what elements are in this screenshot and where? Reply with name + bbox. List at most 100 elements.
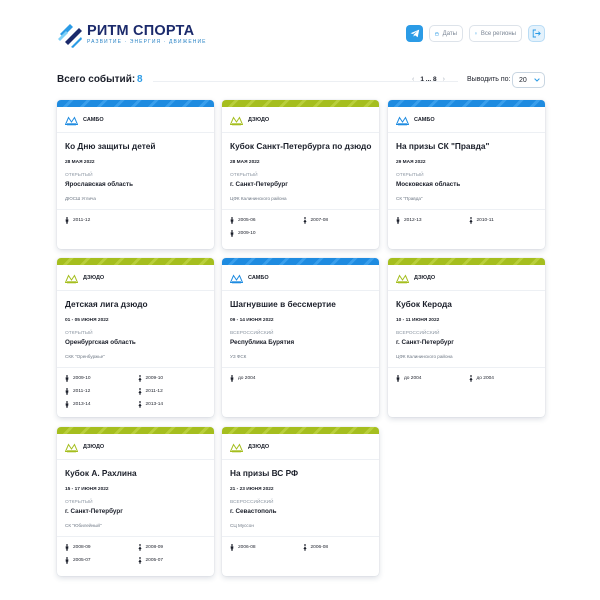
- total-events-label: Всего событий:: [57, 74, 136, 85]
- brand-logo[interactable]: РИТМ СПОРТА РАЗВИТИЕ · ЭНЕРГИЯ · ДВИЖЕНИ…: [57, 20, 205, 48]
- male-icon: [65, 375, 69, 382]
- sport-row: САМБО: [230, 272, 371, 284]
- sport-color-band: [57, 427, 214, 434]
- sport-name: ДЗЮДО: [83, 444, 105, 450]
- location-pin-icon: [475, 32, 477, 35]
- male-icon: [65, 401, 69, 408]
- event-type: ВСЕРОССИЙСКИЙ: [396, 331, 440, 336]
- sport-row: ДЗЮДО: [230, 114, 371, 126]
- age-group: 2010-11: [468, 217, 538, 224]
- event-region: г. Санкт-Петербург: [65, 508, 123, 515]
- male-icon: [230, 217, 234, 224]
- card-divider: [388, 290, 545, 291]
- sport-emblem-icon: [65, 442, 78, 452]
- female-icon: [137, 375, 142, 382]
- event-title[interactable]: Шагнувшие в бессмертие: [230, 299, 371, 309]
- sport-name: САМБО: [83, 117, 104, 123]
- event-region: г. Санкт-Петербург: [396, 339, 454, 346]
- event-card[interactable]: САМБО Шагнувшие в бессмертие 09 - 14 ИЮН…: [222, 258, 379, 417]
- age-years: до 2004: [404, 376, 422, 381]
- sport-emblem-icon: [230, 273, 243, 283]
- age-years: 2013-14: [73, 402, 91, 407]
- card-divider: [388, 367, 545, 368]
- age-years: 2005-07: [145, 558, 164, 563]
- event-title[interactable]: Ко Дню защиты детей: [65, 141, 206, 151]
- event-card[interactable]: ДЗЮДО Детская лига дзюдо 01 - 05 ИЮНЯ 20…: [57, 258, 214, 417]
- event-card[interactable]: САМБО Ко Дню защиты детей 28 МАЯ 2022 ОТ…: [57, 100, 214, 249]
- age-group: 2005-06: [230, 217, 299, 224]
- per-page-select[interactable]: 20: [512, 72, 545, 88]
- total-events-count: 8: [137, 74, 143, 85]
- sport-emblem-icon: [65, 115, 78, 125]
- event-card[interactable]: САМБО На призы СК "Правда" 29 МАЯ 2022 О…: [388, 100, 545, 249]
- age-group: 2011-12: [65, 217, 134, 224]
- event-card[interactable]: ДЗЮДО Кубок Санкт-Петербурга по дзюдо 28…: [222, 100, 379, 249]
- event-title[interactable]: Кубок А. Рахлина: [65, 468, 206, 478]
- age-group: 2005-07: [137, 557, 207, 564]
- sport-color-band: [388, 100, 545, 107]
- age-years: 2005-06: [238, 218, 256, 223]
- age-years: 2009-10: [145, 376, 164, 381]
- sport-row: ДЗЮДО: [65, 272, 206, 284]
- female-icon: [302, 217, 307, 224]
- age-group: 2011-12: [137, 388, 207, 395]
- sport-color-band: [222, 427, 379, 434]
- age-groups: до 2004: [230, 375, 371, 382]
- age-years: 2006-08: [310, 545, 329, 550]
- site-header: РИТМ СПОРТА РАЗВИТИЕ · ЭНЕРГИЯ · ДВИЖЕНИ…: [0, 0, 600, 70]
- event-title[interactable]: Детская лига дзюдо: [65, 299, 206, 309]
- event-region: г. Севастополь: [230, 508, 277, 515]
- age-years: 2006-08: [238, 545, 256, 550]
- card-divider: [222, 536, 379, 537]
- pager-prev-button[interactable]: ‹: [412, 76, 414, 83]
- age-groups: 2005-06 2007-08 2009-10: [230, 217, 371, 237]
- male-icon: [396, 375, 400, 382]
- event-title[interactable]: Кубок Санкт-Петербурга по дзюдо: [230, 141, 371, 151]
- event-venue: ЦФК Калининского района: [396, 354, 453, 359]
- pagination: ‹ 1 ... 8 ›: [412, 76, 445, 83]
- age-years: 2005-07: [73, 558, 91, 563]
- event-date: 28 МАЯ 2022: [230, 160, 260, 165]
- exit-button[interactable]: [528, 25, 545, 42]
- card-divider: [222, 132, 379, 133]
- age-group: 2012-13: [396, 217, 465, 224]
- sport-row: САМБО: [65, 114, 206, 126]
- female-icon: [468, 217, 473, 224]
- event-title[interactable]: На призы СК "Правда": [396, 141, 537, 151]
- card-divider: [57, 367, 214, 368]
- event-title[interactable]: Кубок Керода: [396, 299, 537, 309]
- pager-pages[interactable]: 1 ... 8: [420, 76, 436, 83]
- card-divider: [57, 290, 214, 291]
- male-icon: [65, 557, 69, 564]
- age-group: 2006-08: [230, 544, 299, 551]
- male-icon: [65, 388, 69, 395]
- age-years: 2010-11: [476, 218, 494, 223]
- date-filter-button[interactable]: Даты: [429, 25, 463, 42]
- sport-emblem-icon: [230, 115, 243, 125]
- event-type: ОТКРЫТЫЙ: [65, 173, 93, 178]
- age-years: 2011-12: [73, 218, 91, 223]
- male-icon: [230, 375, 234, 382]
- region-filter-button[interactable]: Все регионы: [469, 25, 522, 42]
- card-divider: [57, 536, 214, 537]
- telegram-icon: [410, 29, 419, 38]
- sport-name: ДЗЮДО: [83, 275, 105, 281]
- sport-row: САМБО: [396, 114, 537, 126]
- event-title[interactable]: На призы ВС РФ: [230, 468, 371, 478]
- age-years: 2008-09: [145, 545, 164, 550]
- age-group: до 2004: [230, 375, 299, 382]
- calendar-icon: [435, 31, 439, 36]
- event-card[interactable]: ДЗЮДО На призы ВС РФ 21 - 23 ИЮНЯ 2022 В…: [222, 427, 379, 576]
- event-region: Ярославская область: [65, 181, 133, 188]
- event-card[interactable]: ДЗЮДО Кубок Керода 10 - 11 ИЮНЯ 2022 ВСЕ…: [388, 258, 545, 417]
- event-venue: УЗ ФСК: [230, 354, 247, 359]
- female-icon: [137, 401, 142, 408]
- card-divider: [57, 209, 214, 210]
- event-card[interactable]: ДЗЮДО Кубок А. Рахлина 15 - 17 ИЮНЯ 2022…: [57, 427, 214, 576]
- telegram-button[interactable]: [406, 25, 423, 42]
- chevron-down-icon: [534, 78, 540, 82]
- age-years: 2012-13: [404, 218, 422, 223]
- pager-next-button[interactable]: ›: [443, 76, 445, 83]
- age-group: 2009-10: [137, 375, 207, 382]
- female-icon: [302, 544, 307, 551]
